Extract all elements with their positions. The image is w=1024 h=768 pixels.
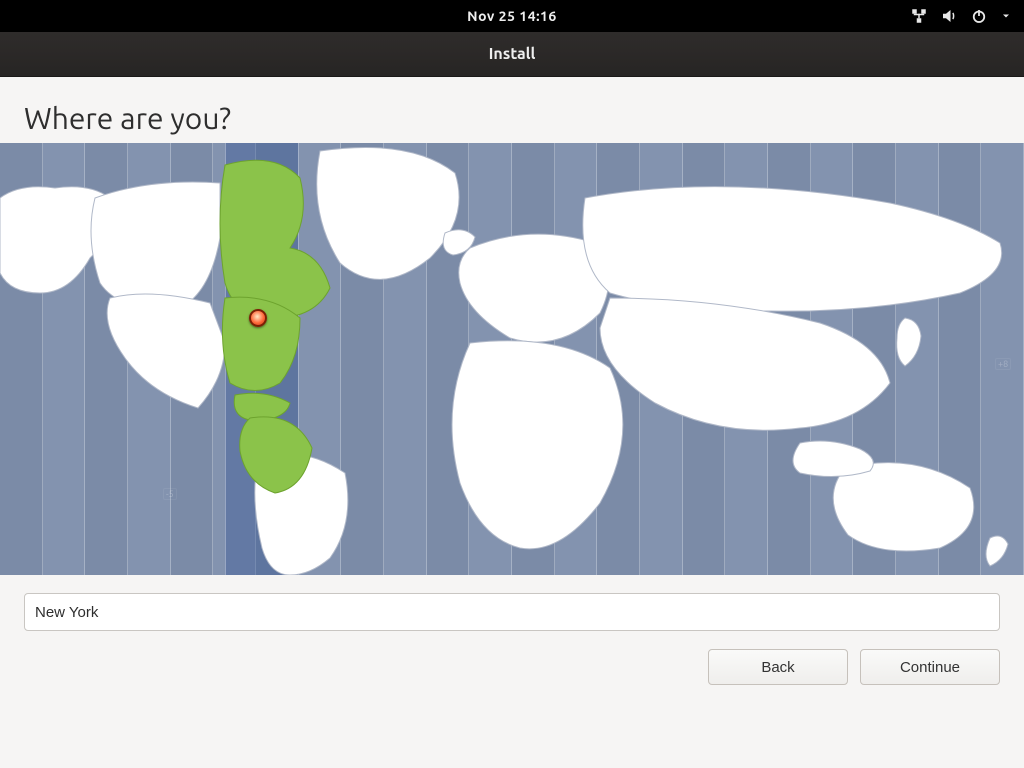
continue-button[interactable]: Continue (860, 649, 1000, 685)
timezone-input[interactable] (24, 593, 1000, 631)
page-title: Where are you? (0, 77, 1024, 143)
system-tray[interactable] (910, 0, 1012, 32)
back-button[interactable]: Back (708, 649, 848, 685)
power-icon[interactable] (970, 7, 988, 25)
timezone-input-row (0, 575, 1024, 631)
gnome-top-bar: Nov 25 14:16 (0, 0, 1024, 32)
button-row: Back Continue (0, 631, 1024, 685)
timezone-map[interactable]: -5 +8 (0, 143, 1024, 575)
chevron-down-icon[interactable] (1000, 10, 1012, 22)
window-body: Where are you? (0, 77, 1024, 768)
window-titlebar: Install (0, 32, 1024, 77)
network-icon[interactable] (910, 7, 928, 25)
window-title: Install (489, 45, 536, 63)
location-pin-icon (249, 309, 267, 327)
volume-icon[interactable] (940, 7, 958, 25)
world-map-svg (0, 143, 1024, 575)
clock: Nov 25 14:16 (467, 8, 557, 24)
